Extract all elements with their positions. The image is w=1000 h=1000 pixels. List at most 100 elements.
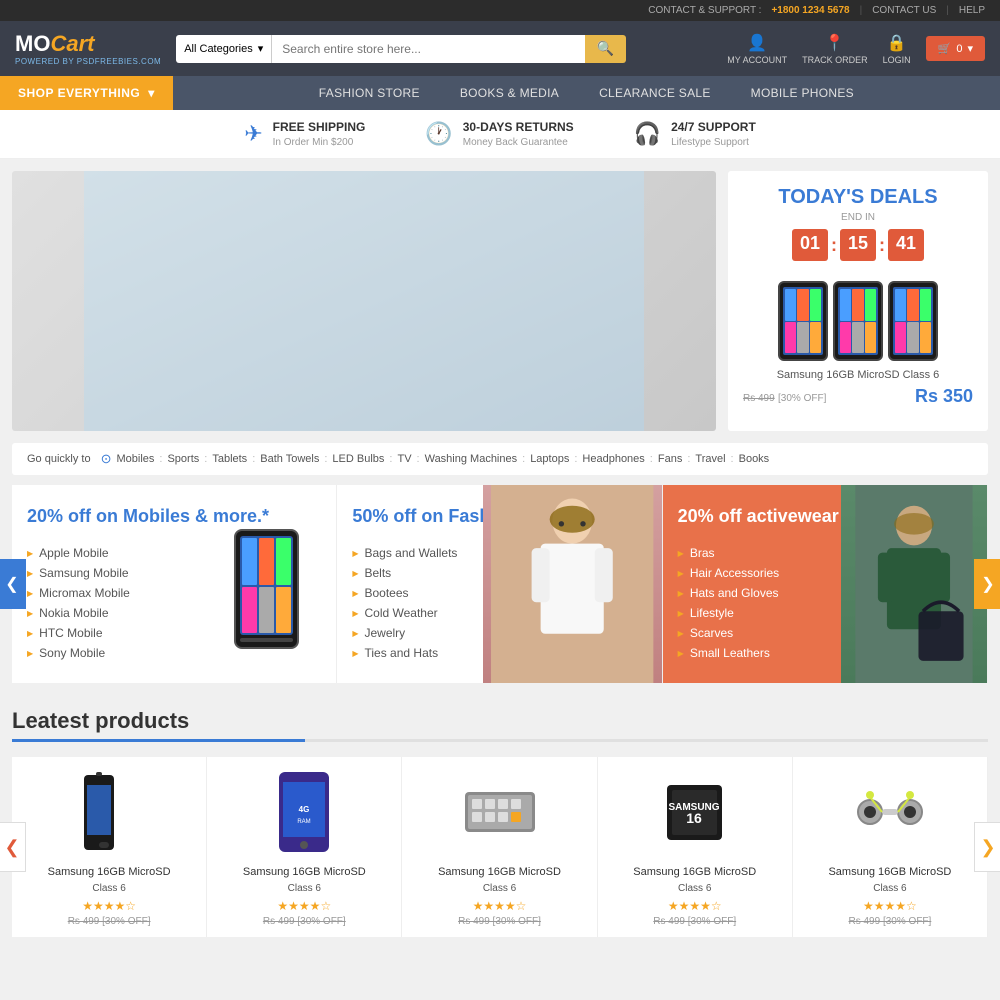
product-stars: ★★★★☆ [20, 899, 198, 913]
arrow-icon: ▶ [678, 629, 684, 638]
phone-center [833, 281, 883, 361]
shop-everything-arrow-icon: ▾ [148, 86, 155, 100]
login-label: LOGIN [883, 55, 911, 65]
sep1: : [831, 229, 837, 261]
quicknav-mobiles[interactable]: Mobiles [117, 453, 155, 465]
quicknav-washing-machines[interactable]: Washing Machines [425, 453, 518, 465]
clock-icon: 🕐 [425, 121, 452, 147]
deal-phones [743, 271, 973, 361]
products-next-arrow[interactable]: ❯ [974, 822, 1000, 872]
product-price: Rs 499 [30% OFF] [606, 916, 784, 927]
product-sub: Class 6 [606, 883, 784, 894]
product-stars: ★★★★☆ [215, 899, 393, 913]
search-bar: All Categories ▾ 🔍 [176, 35, 626, 63]
location-icon: 📍 [825, 33, 845, 53]
activewear-panel: 20% off activewear & more.* ▶Bras ▶Hair … [663, 485, 988, 683]
arrow-icon: ▶ [27, 549, 33, 558]
product-stars: ★★★★☆ [801, 899, 979, 913]
activewear-photo [841, 485, 987, 683]
arrow-icon: ▶ [352, 649, 358, 658]
cart-icon: 🛒 [938, 42, 952, 55]
countdown: 01 : 15 : 41 [743, 229, 973, 261]
my-account-button[interactable]: 👤 MY ACCOUNT [727, 33, 787, 65]
hero-banner-image [12, 171, 716, 431]
product-name: Samsung 16GB MicroSD [801, 865, 979, 879]
products-prev-arrow[interactable]: ❮ [0, 822, 26, 872]
quicknav-bath-towels[interactable]: Bath Towels [260, 453, 319, 465]
quicknav-tv[interactable]: TV [397, 453, 411, 465]
nav-clearance-sale[interactable]: CLEARANCE SALE [579, 76, 731, 110]
product-name: Samsung 16GB MicroSD [215, 865, 393, 879]
shop-everything-button[interactable]: SHOP EVERYTHING ▾ [0, 76, 173, 110]
panels-prev-arrow[interactable]: ❮ [0, 559, 26, 609]
help-link[interactable]: HELP [959, 5, 985, 16]
nav-mobile-phones[interactable]: MOBILE PHONES [731, 76, 874, 110]
quicknav-tablets[interactable]: Tablets [212, 453, 247, 465]
arrow-icon: ▶ [678, 569, 684, 578]
product-card: SAMSUNG 16 Samsung 16GB MicroSD Class 6 … [598, 757, 793, 936]
product-price: Rs 499 [30% OFF] [801, 916, 979, 927]
quicknav-led-bulbs[interactable]: LED Bulbs [332, 453, 384, 465]
product-sub: Class 6 [20, 883, 198, 894]
arrow-icon: ▶ [352, 589, 358, 598]
phone-number: +1800 1234 5678 [771, 5, 849, 16]
navigation: SHOP EVERYTHING ▾ FASHION STORE BOOKS & … [0, 76, 1000, 110]
deal-product-name: Samsung 16GB MicroSD Class 6 [743, 369, 973, 381]
search-input[interactable] [272, 35, 585, 63]
support-label: CONTACT & SUPPORT : [648, 5, 761, 16]
arrow-icon: ▶ [352, 549, 358, 558]
quicknav-fans[interactable]: Fans [658, 453, 682, 465]
svg-text:RAM: RAM [298, 819, 311, 825]
nav-books-media[interactable]: BOOKS & MEDIA [440, 76, 579, 110]
quicknav-travel[interactable]: Travel [695, 453, 725, 465]
quicknav-sports[interactable]: Sports [167, 453, 199, 465]
headset-icon: 🎧 [634, 121, 661, 147]
search-button[interactable]: 🔍 [585, 35, 626, 63]
product-stars: ★★★★☆ [606, 899, 784, 913]
quicknav-headphones[interactable]: Headphones [582, 453, 644, 465]
login-button[interactable]: 🔒 LOGIN [883, 33, 911, 65]
go-quickly-label: Go quickly to [27, 453, 91, 465]
arrow-icon: ▶ [27, 609, 33, 618]
shipping-bar: ✈ FREE SHIPPING In Order Min $200 🕐 30-D… [0, 110, 1000, 159]
user-icon: 👤 [747, 33, 767, 53]
product-sub: Class 6 [215, 883, 393, 894]
todays-deals-title: TODAY'S DEALS [743, 186, 973, 209]
quicknav-laptops[interactable]: Laptops [530, 453, 569, 465]
arrow-icon: ▶ [352, 569, 358, 578]
fashion-photo [483, 485, 661, 683]
nav-links: FASHION STORE BOOKS & MEDIA CLEARANCE SA… [173, 76, 1000, 110]
arrow-icon: ▶ [352, 629, 358, 638]
contact-us-link[interactable]: CONTACT US [872, 5, 936, 16]
product-sub: Class 6 [801, 883, 979, 894]
product-price: Rs 499 [30% OFF] [410, 916, 588, 927]
hours-block: 01 [792, 229, 828, 261]
support-title: 24/7 SUPPORT [671, 120, 756, 134]
quicknav-books[interactable]: Books [739, 453, 770, 465]
logo[interactable]: MOCart POWERED BY PSDFREEBIES.COM [15, 31, 161, 66]
cart-button[interactable]: 🛒 0 ▾ [926, 36, 985, 61]
nav-fashion-store[interactable]: FASHION STORE [299, 76, 440, 110]
product-card: Samsung 16GB MicroSD Class 6 ★★★★☆ Rs 49… [12, 757, 207, 936]
support-item: 🎧 24/7 SUPPORT Lifestype Support [634, 120, 756, 148]
product-image: SAMSUNG 16 [606, 767, 784, 857]
plane-icon: ✈ [244, 121, 262, 147]
panels-next-arrow[interactable]: ❯ [974, 559, 1000, 609]
deal-prices: Rs 499 [30% OFF] Rs 350 [743, 386, 973, 407]
logo-cart: Cart [50, 31, 94, 56]
products-section-title: Leatest products [12, 708, 988, 734]
shop-everything-label: SHOP EVERYTHING [18, 86, 140, 100]
product-name: Samsung 16GB MicroSD [20, 865, 198, 879]
todays-deals-panel: TODAY'S DEALS END IN 01 : 15 : 41 [728, 171, 988, 431]
cart-count: 0 [956, 43, 962, 55]
product-card: Samsung 16GB MicroSD Class 6 ★★★★☆ Rs 49… [402, 757, 597, 936]
hero-banner [12, 171, 716, 431]
dropdown-arrow-icon: ▾ [258, 42, 264, 55]
product-card: Samsung 16GB MicroSD Class 6 ★★★★☆ Rs 49… [793, 757, 988, 936]
category-dropdown[interactable]: All Categories ▾ [176, 35, 272, 63]
track-order-button[interactable]: 📍 TRACK ORDER [802, 33, 868, 65]
sep2: : [879, 229, 885, 261]
circle-icon: ⊙ [101, 451, 112, 467]
phone-right [888, 281, 938, 361]
svg-text:16: 16 [686, 810, 702, 826]
